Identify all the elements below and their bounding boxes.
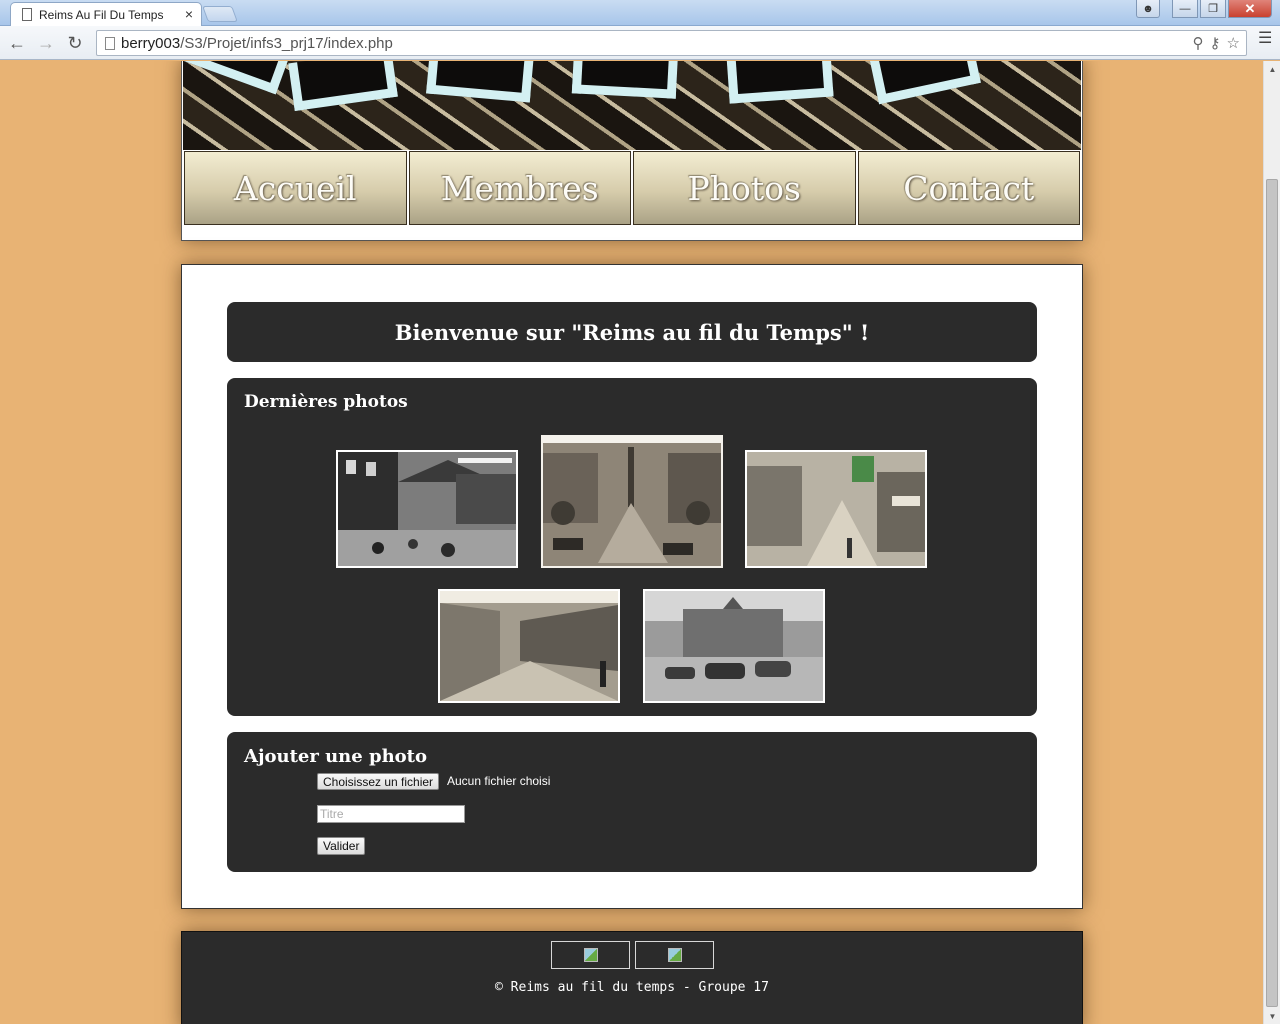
reload-icon[interactable]: ↻ (64, 32, 86, 54)
url-path: /S3/Projet/infs3_prj17/index.php (180, 35, 393, 52)
upload-panel: Ajouter une photo Choisissez un fichier … (227, 732, 1037, 872)
broken-image-icon (667, 948, 682, 962)
nav-membres[interactable]: Membres (408, 151, 631, 225)
photo-title-input[interactable] (317, 805, 465, 823)
broken-image-icon (583, 948, 598, 962)
nav-accueil[interactable]: Accueil (184, 151, 407, 225)
footer-image-link[interactable] (635, 941, 714, 969)
site-header: Accueil Membres Photos Contact (181, 61, 1083, 241)
scroll-down-icon[interactable]: ▼ (1264, 1008, 1280, 1024)
scroll-thumb[interactable] (1266, 179, 1278, 1007)
scroll-up-icon[interactable]: ▲ (1264, 61, 1280, 77)
browser-tab[interactable]: Reims Au Fil Du Temps × (10, 2, 202, 26)
nav-contact[interactable]: Contact (857, 151, 1080, 225)
star-icon[interactable]: ☆ (1227, 34, 1240, 52)
close-window-icon[interactable]: ✕ (1228, 0, 1272, 18)
window-controls: ☻ — ❐ ✕ (1136, 0, 1272, 18)
user-icon[interactable]: ☻ (1136, 0, 1160, 18)
wrench-icon[interactable]: ☰ (1258, 31, 1272, 47)
main-content: Bienvenue sur "Reims au fil du Temps" ! … (181, 264, 1083, 909)
latest-photos-title: Dernières photos (244, 392, 408, 412)
new-tab-button[interactable] (202, 6, 238, 22)
page-viewport: Accueil Membres Photos Contact Bienvenue… (0, 61, 1263, 1024)
tab-close-icon[interactable]: × (185, 6, 193, 22)
upload-title: Ajouter une photo (244, 746, 427, 767)
restore-icon[interactable]: ❐ (1200, 0, 1226, 18)
forward-icon[interactable]: → (35, 32, 57, 54)
photo-thumbnail[interactable] (643, 589, 825, 703)
submit-button[interactable]: Valider (317, 837, 366, 855)
photo-thumbnail[interactable] (745, 450, 927, 568)
browser-toolbar: ← → ↻ berry003/S3/Projet/infs3_prj17/ind… (0, 26, 1280, 60)
back-icon[interactable]: ← (6, 32, 28, 54)
choose-file-button[interactable]: Choisissez un fichier (317, 773, 440, 790)
key-icon[interactable]: ⚷ (1210, 34, 1221, 52)
tab-title: Reims Au Fil Du Temps (39, 8, 164, 22)
photo-thumbnail[interactable] (541, 435, 723, 568)
vertical-scrollbar[interactable]: ▲ ▼ (1263, 61, 1280, 1024)
minimize-icon[interactable]: — (1172, 0, 1198, 18)
photo-thumbnail[interactable] (336, 450, 518, 568)
browser-titlebar: Reims Au Fil Du Temps × ☻ — ❐ ✕ (0, 0, 1280, 26)
latest-photos-panel: Dernières photos (227, 378, 1037, 716)
main-nav: Accueil Membres Photos Contact (183, 151, 1081, 227)
copyright-text: © Reims au fil du temps - Groupe 17 (495, 980, 769, 995)
page-icon (22, 8, 32, 21)
banner-image (183, 61, 1081, 150)
welcome-panel: Bienvenue sur "Reims au fil du Temps" ! (227, 302, 1037, 362)
url-host: berry003 (121, 35, 181, 52)
nav-photos[interactable]: Photos (633, 151, 856, 225)
address-bar[interactable]: berry003/S3/Projet/infs3_prj17/index.php… (96, 30, 1247, 56)
page-icon (105, 37, 115, 50)
welcome-title: Bienvenue sur "Reims au fil du Temps" ! (394, 319, 870, 345)
file-status: Aucun fichier choisi (447, 774, 551, 788)
footer-image-link[interactable] (551, 941, 630, 969)
search-icon[interactable]: ⚲ (1193, 34, 1204, 52)
site-footer: © Reims au fil du temps - Groupe 17 (181, 931, 1083, 1024)
photo-thumbnail[interactable] (438, 589, 620, 703)
